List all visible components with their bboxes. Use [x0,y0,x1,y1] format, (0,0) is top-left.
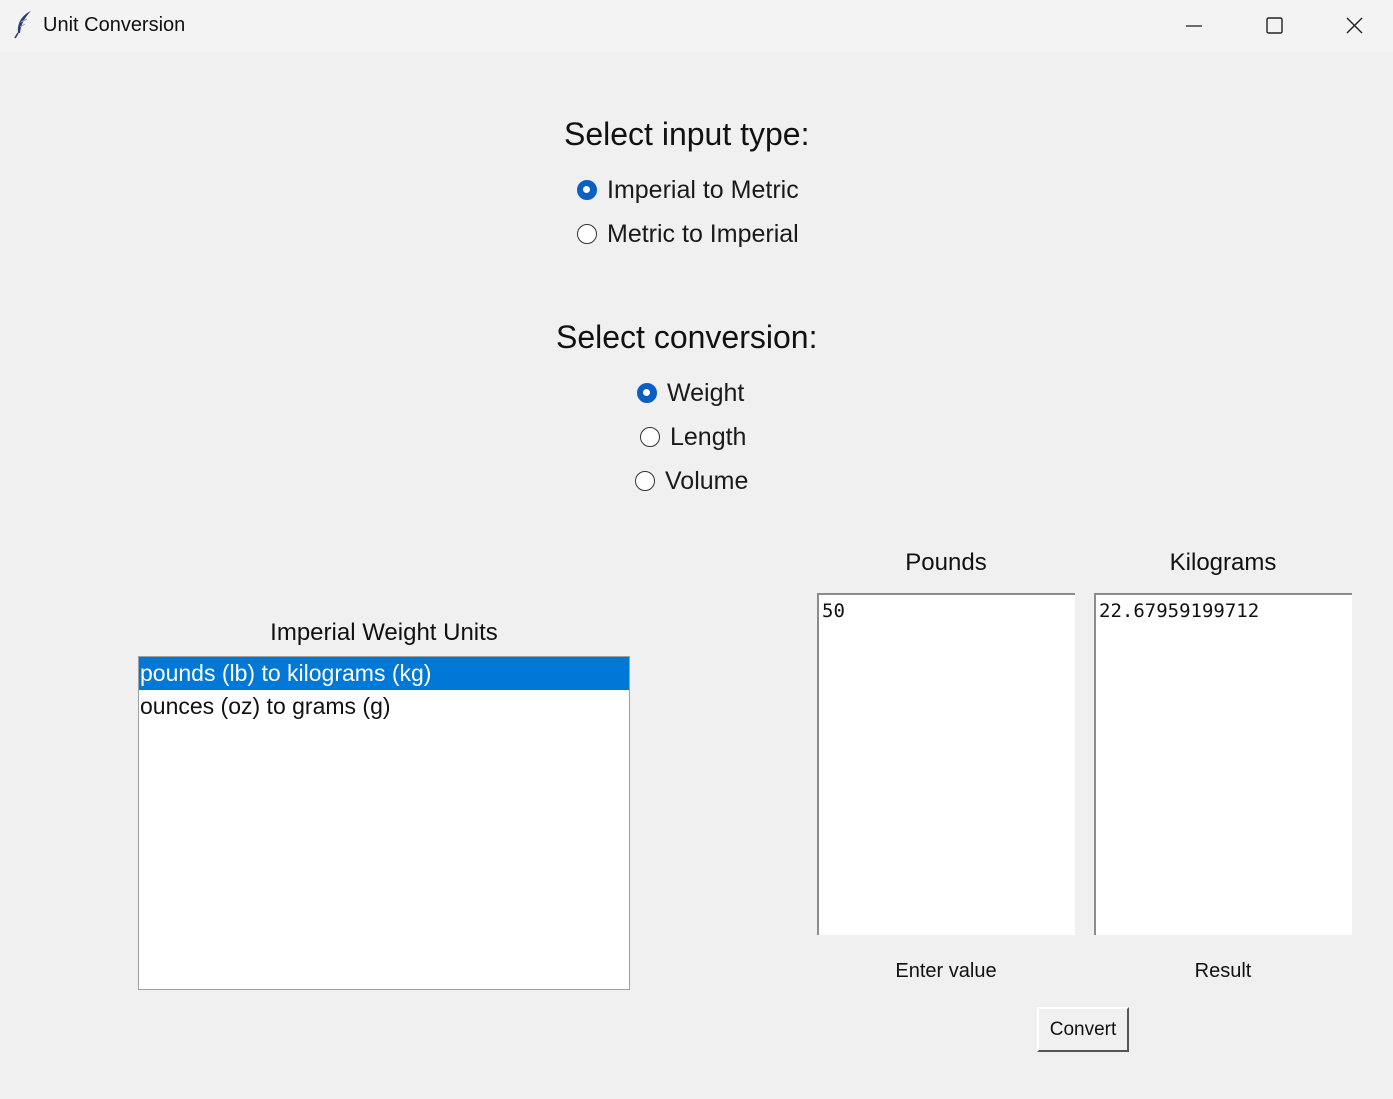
radio-circle-icon [577,180,597,200]
convert-button[interactable]: Convert [1037,1007,1129,1052]
radio-label: Metric to Imperial [607,219,799,248]
radio-circle-icon [637,383,657,403]
units-list-title: Imperial Weight Units [270,619,498,646]
radio-label: Length [670,422,747,451]
maximize-icon [1266,17,1283,34]
radio-circle-icon [640,427,660,447]
input-value-textbox[interactable]: 50 [817,593,1075,935]
output-unit-header: Kilograms [1169,549,1277,576]
radio-volume[interactable]: Volume [635,465,748,497]
close-button[interactable] [1315,0,1393,52]
units-listbox[interactable]: pounds (lb) to kilograms (kg) ounces (oz… [138,656,630,990]
radio-label: Volume [665,466,749,495]
radio-length[interactable]: Length [640,421,746,453]
input-unit-header: Pounds [905,549,987,576]
radio-label: Weight [667,378,745,407]
window-title: Unit Conversion [43,14,186,36]
radio-imperial-to-metric[interactable]: Imperial to Metric [577,174,799,206]
minimize-icon [1186,25,1202,27]
list-item-oz-to-g[interactable]: ounces (oz) to grams (g) [139,690,629,723]
input-type-heading: Select input type: [564,116,810,152]
feather-icon [12,9,36,39]
radio-label: Imperial to Metric [607,175,799,204]
result-textbox[interactable]: 22.67959199712 [1094,593,1352,935]
radio-circle-icon [635,471,655,491]
conversion-heading: Select conversion: [556,319,818,355]
result-caption: Result [1194,960,1252,982]
list-item-lb-to-kg[interactable]: pounds (lb) to kilograms (kg) [139,657,629,690]
minimize-button[interactable] [1154,0,1234,52]
radio-metric-to-imperial[interactable]: Metric to Imperial [577,218,799,250]
enter-value-caption: Enter value [895,960,997,982]
maximize-button[interactable] [1234,0,1314,52]
radio-weight[interactable]: Weight [637,377,744,409]
close-icon [1346,17,1363,34]
radio-circle-icon [577,224,597,244]
title-bar: Unit Conversion [0,0,1393,52]
